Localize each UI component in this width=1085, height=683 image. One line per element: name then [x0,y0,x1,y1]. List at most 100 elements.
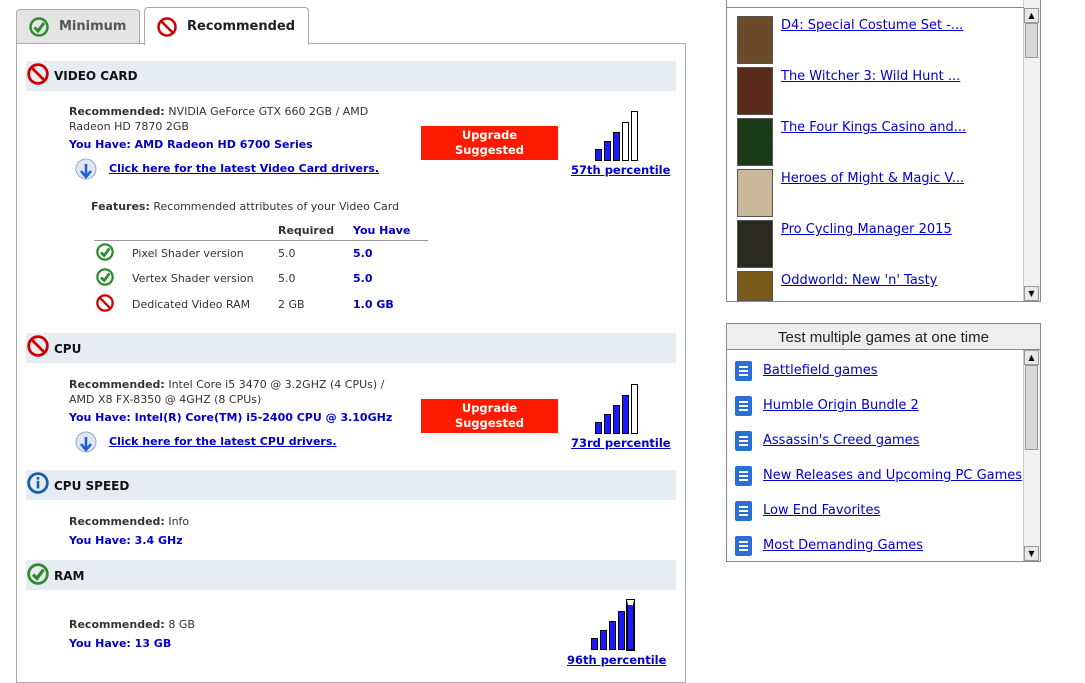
scroll-down-button[interactable]: ▼ [1024,546,1039,561]
game-thumbnail[interactable] [737,16,773,64]
no-entry-icon [157,16,177,37]
video-percentile-bars [595,111,645,161]
video-driver-link[interactable]: Click here for the latest Video Card dri… [109,162,379,175]
feature-name: Vertex Shader version [132,272,254,285]
multi-link[interactable]: Humble Origin Bundle 2 [763,398,919,413]
feature-name: Pixel Shader version [132,247,244,260]
recommended-label: Recommended: [69,378,165,391]
no-entry-icon [96,294,114,315]
feature-required: 5.0 [278,272,296,285]
tab-recommended[interactable]: Recommended [144,7,309,45]
cpu-driver-link[interactable]: Click here for the latest CPU drivers. [109,435,337,448]
feature-have: 5.0 [353,247,373,260]
col-you-have: You Have [353,224,411,237]
cpu-percentile-link[interactable]: 73rd percentile [571,436,671,450]
percentile-bar [600,630,607,650]
features-description: Recommended attributes of your Video Car… [153,200,400,213]
game-link[interactable]: The Four Kings Casino and... [781,120,966,135]
tab-recommended-label: Recommended [187,19,296,34]
speed-recommended: Recommended: Info [69,515,189,528]
game-link[interactable]: Pro Cycling Manager 2015 [781,222,952,237]
scroll-up-button[interactable]: ▲ [1024,350,1039,365]
feature-required: 2 GB [278,298,305,311]
recommended-value-line1: NVIDIA GeForce GTX 660 2GB / AMD [168,105,369,118]
cpu-percentile-bars [595,384,645,434]
recommended-label: Recommended: [69,105,165,118]
game-thumbnail[interactable] [737,67,773,115]
ram-title: RAM [54,569,85,583]
game-link[interactable]: Oddworld: New 'n' Tasty [781,273,937,288]
scroll-thumb[interactable] [1025,365,1038,450]
game-thumbnail[interactable] [737,271,773,301]
tab-minimum[interactable]: Minimum [16,9,140,43]
cpu-title: CPU [54,342,82,356]
game-thumbnail[interactable] [737,118,773,166]
list-icon [735,536,752,556]
list-icon [735,466,752,486]
download-icon[interactable] [74,158,98,187]
percentile-bar [622,395,629,434]
features-caption: Features: Recommended attributes of your… [91,200,399,213]
multi-link[interactable]: Low End Favorites [763,503,880,518]
list-icon [735,361,752,381]
feature-have: 5.0 [353,272,373,285]
cpu-header [26,333,676,363]
check-circle-icon [96,268,114,289]
game-link[interactable]: The Witcher 3: Wild Hunt ... [781,69,960,84]
ram-header [26,560,676,590]
check-circle-icon [96,243,114,264]
download-icon[interactable] [74,431,98,460]
video-card-title: VIDEO CARD [54,69,138,83]
video-recommended: Recommended: NVIDIA GeForce GTX 660 2GB … [69,104,368,134]
percentile-bar [613,132,620,161]
upgrade-suggested-badge: Upgrade Suggested [421,126,558,160]
info-icon [27,472,49,497]
percentile-bar [631,111,638,161]
feature-required: 5.0 [278,247,296,260]
check-circle-icon [27,563,49,588]
scroll-up-button[interactable]: ▲ [1024,8,1039,23]
upgrade-text: Upgrade [461,401,518,415]
multi-link[interactable]: Assassin's Creed games [763,433,919,448]
features-divider [94,240,428,241]
recommended-value-line2: Radeon HD 7870 2GB [69,120,189,133]
col-required: Required [278,224,335,237]
percentile-bar [595,149,602,161]
game-thumbnail[interactable] [737,169,773,217]
cpu-recommended: Recommended: Intel Core i5 3470 @ 3.2GHZ… [69,377,384,407]
tab-minimum-label: Minimum [59,19,127,34]
game-link[interactable]: D4: Special Costume Set -... [781,18,963,33]
percentile-bar [595,422,602,434]
games-scrollbar[interactable]: ▲ ▼ [1023,0,1040,301]
games-list-box: ▲ ▼ [726,0,1041,302]
check-circle-icon [29,16,49,37]
ram-percentile-bars [591,599,641,651]
multi-link[interactable]: Most Demanding Games [763,538,923,553]
percentile-bar [631,384,638,434]
upgrade-suggested-badge: Upgrade Suggested [421,399,558,433]
list-icon [735,501,752,521]
features-label: Features: [91,200,150,213]
game-thumbnail[interactable] [737,220,773,268]
recommended-value-line1: Intel Core i5 3470 @ 3.2GHZ (4 CPUs) / [168,378,385,391]
percentile-bar [604,141,611,161]
ram-you-have: You Have: 13 GB [69,637,172,650]
recommended-value: 8 GB [168,618,195,631]
percentile-bar [604,414,611,434]
speed-you-have: You Have: 3.4 GHz [69,534,183,547]
scroll-down-button[interactable]: ▼ [1024,286,1039,301]
recommended-label: Recommended: [69,618,165,631]
no-entry-icon [27,63,49,88]
scroll-thumb[interactable] [1025,23,1038,58]
multi-scrollbar[interactable]: ▲ ▼ [1023,350,1040,561]
recommended-label: Recommended: [69,515,165,528]
feature-row-video-ram: Dedicated Video RAM 2 GB 1.0 GB [96,294,436,316]
feature-row-vertex-shader: Vertex Shader version 5.0 5.0 [96,268,436,290]
recommended-value-line2: AMD X8 FX-8350 @ 4GHZ (8 CPUs) [69,393,262,406]
list-icon [735,396,752,416]
multi-link[interactable]: New Releases and Upcoming PC Games [763,468,1022,483]
ram-percentile-link[interactable]: 96th percentile [567,653,666,667]
video-percentile-link[interactable]: 57th percentile [571,163,670,177]
multi-link[interactable]: Battlefield games [763,363,878,378]
game-link[interactable]: Heroes of Might & Magic V... [781,171,964,186]
